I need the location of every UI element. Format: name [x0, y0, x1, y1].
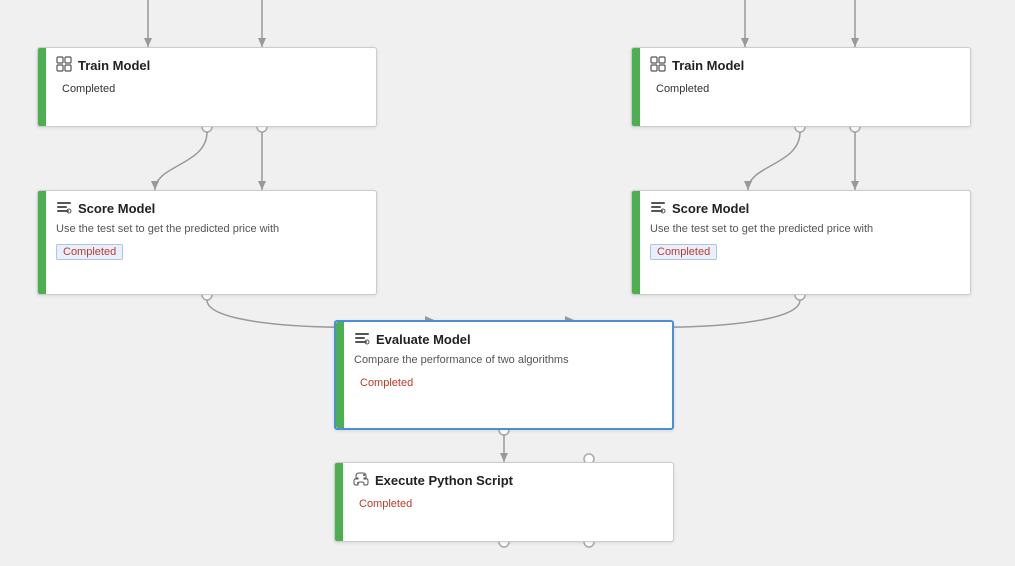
- evaluate-model-icon: [354, 330, 370, 349]
- node-accent: [632, 48, 640, 126]
- node-content: Score Model Use the test set to get the …: [46, 191, 376, 294]
- node-title: Execute Python Script: [353, 471, 663, 490]
- node-title: Score Model: [650, 199, 960, 218]
- train-model-right-status: Completed: [650, 82, 715, 96]
- score-model-right-node[interactable]: Score Model Use the test set to get the …: [631, 190, 971, 295]
- evaluate-model-title: Evaluate Model: [376, 332, 471, 347]
- node-title: Train Model: [56, 56, 366, 75]
- train-model-left-title: Train Model: [78, 58, 150, 73]
- score-model-right-desc: Use the test set to get the predicted pr…: [650, 222, 960, 236]
- train-model-right-title: Train Model: [672, 58, 744, 73]
- execute-python-icon: [353, 471, 369, 490]
- node-title: Score Model: [56, 199, 366, 218]
- node-accent: [336, 322, 344, 428]
- train-model-icon: [56, 56, 72, 75]
- score-model-left-desc: Use the test set to get the predicted pr…: [56, 222, 366, 236]
- workflow-canvas: Train Model Completed Train Model Comple…: [0, 0, 1015, 566]
- score-model-icon: [56, 199, 72, 218]
- node-accent: [632, 191, 640, 294]
- node-accent: [38, 191, 46, 294]
- node-content: Evaluate Model Compare the performance o…: [344, 322, 672, 428]
- train-model-left-status: Completed: [56, 82, 121, 96]
- score-model-right-status: Completed: [650, 244, 717, 260]
- execute-python-node[interactable]: Execute Python Script Completed: [334, 462, 674, 542]
- evaluate-model-desc: Compare the performance of two algorithm…: [354, 353, 662, 367]
- node-accent: [38, 48, 46, 126]
- execute-python-status: Completed: [353, 497, 418, 511]
- score-model-icon: [650, 199, 666, 218]
- train-model-icon: [650, 56, 666, 75]
- node-content: Train Model Completed: [46, 48, 376, 126]
- node-title: Train Model: [650, 56, 960, 75]
- node-title: Evaluate Model: [354, 330, 662, 349]
- train-model-left-node[interactable]: Train Model Completed: [37, 47, 377, 127]
- node-content: Execute Python Script Completed: [343, 463, 673, 541]
- score-model-left-status: Completed: [56, 244, 123, 260]
- node-content: Score Model Use the test set to get the …: [640, 191, 970, 294]
- execute-python-title: Execute Python Script: [375, 473, 513, 488]
- score-model-right-title: Score Model: [672, 201, 749, 216]
- score-model-left-node[interactable]: Score Model Use the test set to get the …: [37, 190, 377, 295]
- evaluate-model-status: Completed: [354, 376, 419, 390]
- evaluate-model-node[interactable]: Evaluate Model Compare the performance o…: [334, 320, 674, 430]
- node-content: Train Model Completed: [640, 48, 970, 126]
- score-model-left-title: Score Model: [78, 201, 155, 216]
- node-accent: [335, 463, 343, 541]
- train-model-right-node[interactable]: Train Model Completed: [631, 47, 971, 127]
